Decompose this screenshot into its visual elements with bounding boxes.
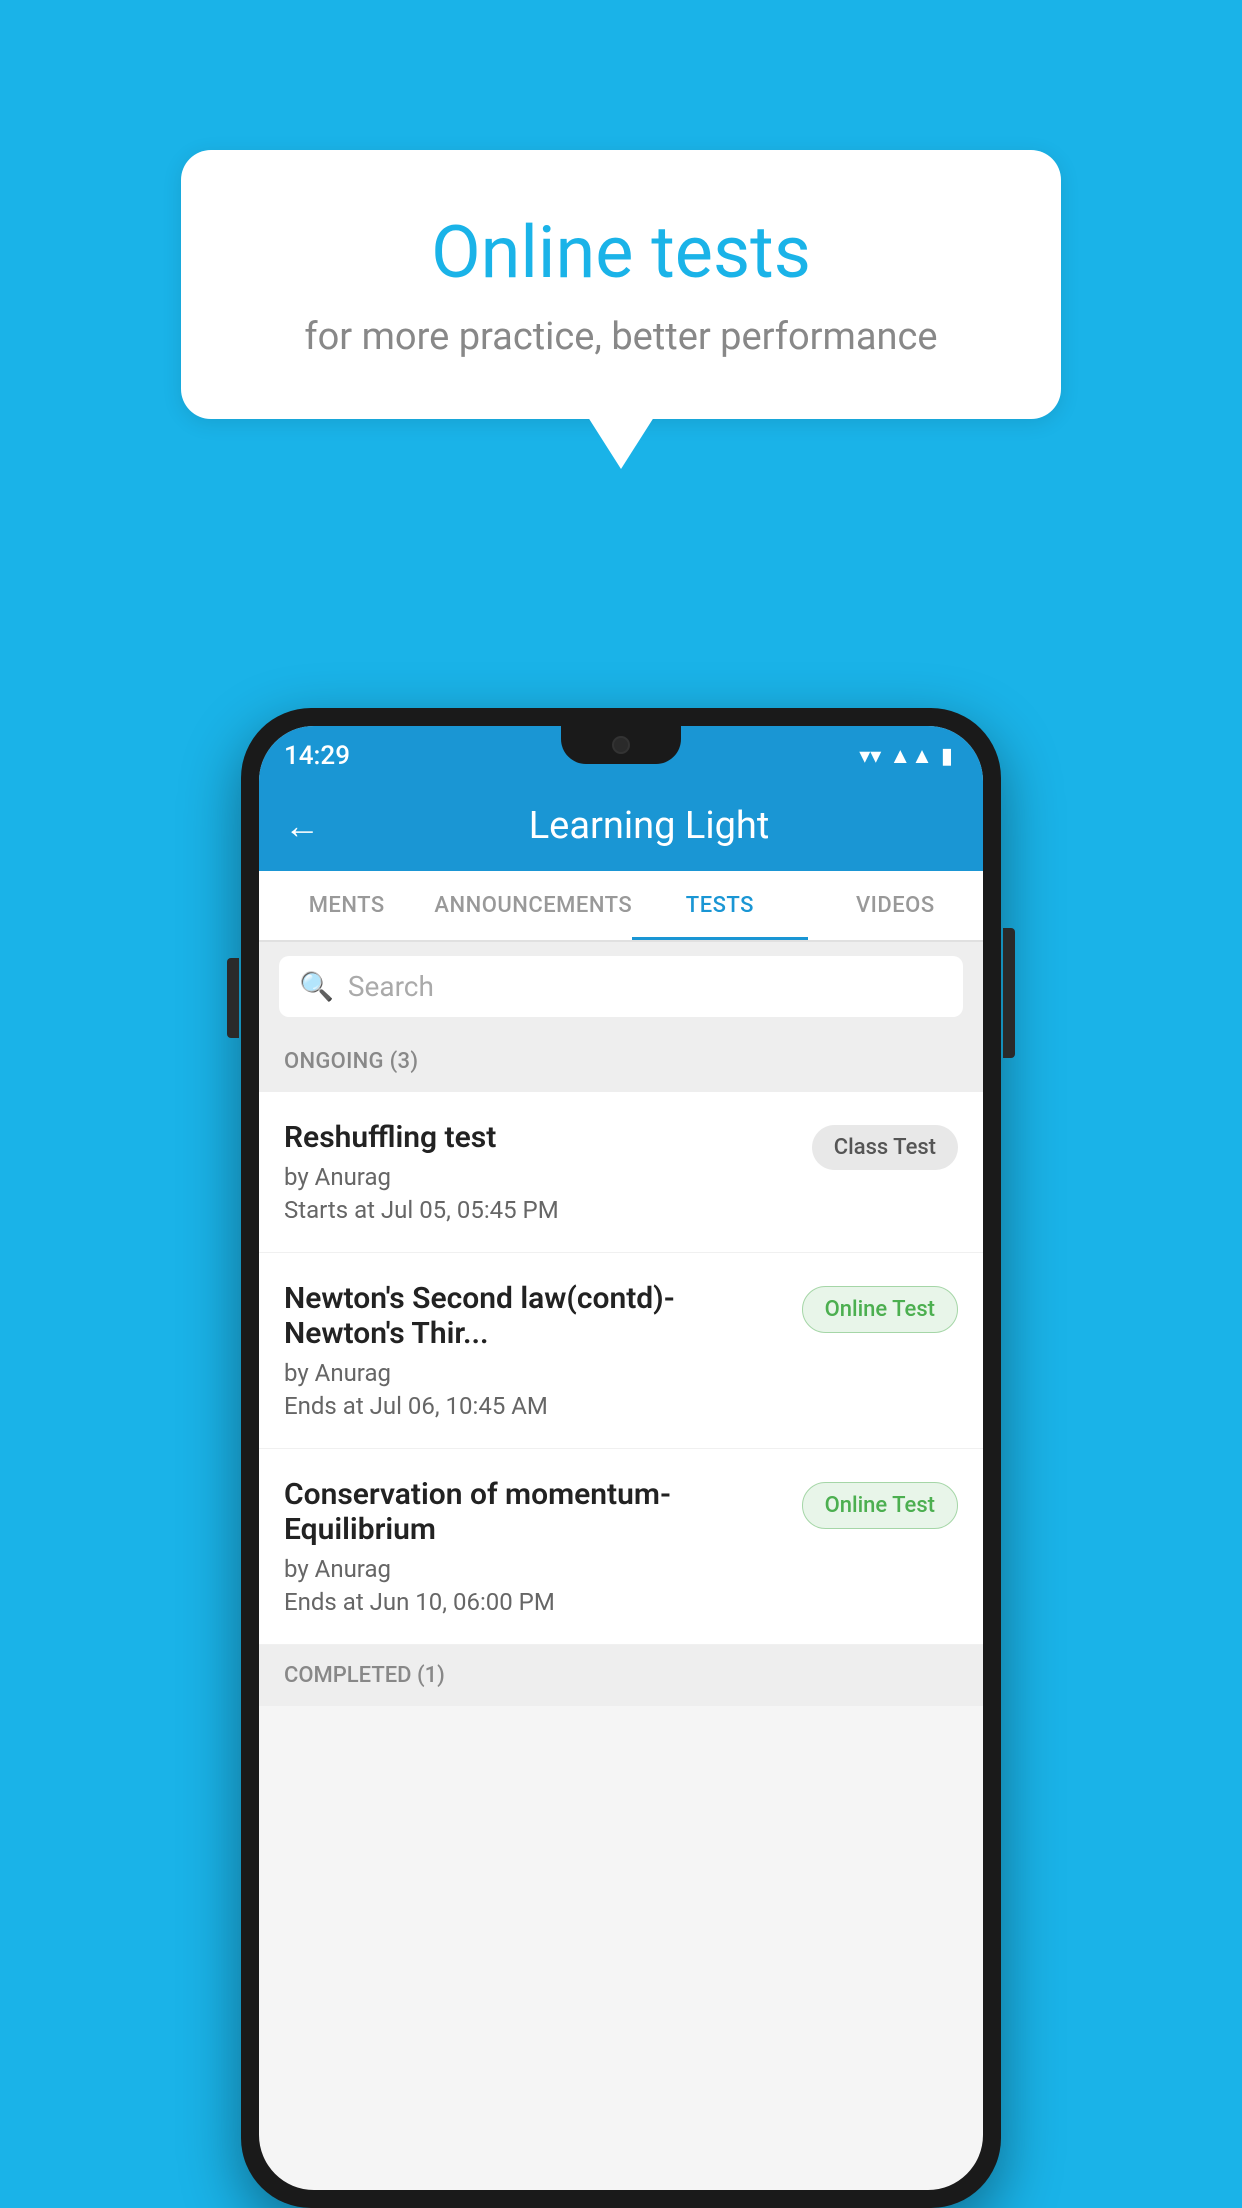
search-container: 🔍 Search [259,942,983,1031]
test-date-3: Ends at Jun 10, 06:00 PM [284,1588,787,1616]
test-badge-3: Online Test [802,1482,958,1529]
status-time: 14:29 [284,741,350,771]
tab-videos[interactable]: VIDEOS [808,871,983,940]
status-icons: ▾▾ ▲▲ ▮ [859,743,953,769]
speech-bubble: Online tests for more practice, better p… [181,150,1061,419]
tab-ments[interactable]: MENTS [259,871,434,940]
phone-notch [561,726,681,764]
ongoing-section-header: ONGOING (3) [259,1031,983,1092]
completed-section-header: COMPLETED (1) [259,1645,983,1706]
test-badge-2: Online Test [802,1286,958,1333]
wifi-icon: ▾▾ [859,744,881,769]
tab-tests[interactable]: TESTS [632,871,807,940]
tab-announcements[interactable]: ANNOUNCEMENTS [434,871,632,940]
test-badge-1: Class Test [812,1125,958,1170]
test-item-2[interactable]: Newton's Second law(contd)-Newton's Thir… [259,1253,983,1449]
camera-notch [612,736,630,754]
test-info-1: Reshuffling test by Anurag Starts at Jul… [284,1120,797,1224]
test-item-1[interactable]: Reshuffling test by Anurag Starts at Jul… [259,1092,983,1253]
test-item-3[interactable]: Conservation of momentum-Equilibrium by … [259,1449,983,1645]
battery-icon: ▮ [941,744,953,769]
test-date-1: Starts at Jul 05, 05:45 PM [284,1196,797,1224]
phone-screen: 14:29 ▾▾ ▲▲ ▮ ← Learning Light MENTS ANN… [259,726,983,2190]
test-date-2: Ends at Jul 06, 10:45 AM [284,1392,787,1420]
speech-bubble-container: Online tests for more practice, better p… [181,150,1061,419]
test-info-2: Newton's Second law(contd)-Newton's Thir… [284,1281,787,1420]
test-list: Reshuffling test by Anurag Starts at Jul… [259,1092,983,1645]
test-author-3: by Anurag [284,1555,787,1583]
test-name-3: Conservation of momentum-Equilibrium [284,1477,787,1547]
test-info-3: Conservation of momentum-Equilibrium by … [284,1477,787,1616]
bubble-title: Online tests [251,210,991,295]
search-placeholder: Search [348,970,434,1003]
tabs-container: MENTS ANNOUNCEMENTS TESTS VIDEOS [259,871,983,942]
search-icon: 🔍 [299,970,334,1003]
app-bar-title: Learning Light [340,804,958,848]
test-author-1: by Anurag [284,1163,797,1191]
signal-icon: ▲▲ [889,743,933,769]
test-name-2: Newton's Second law(contd)-Newton's Thir… [284,1281,787,1351]
phone-frame: 14:29 ▾▾ ▲▲ ▮ ← Learning Light MENTS ANN… [241,708,1001,2208]
test-author-2: by Anurag [284,1359,787,1387]
phone-container: 14:29 ▾▾ ▲▲ ▮ ← Learning Light MENTS ANN… [241,708,1001,2208]
test-name-1: Reshuffling test [284,1120,797,1155]
app-bar: ← Learning Light [259,781,983,871]
bubble-subtitle: for more practice, better performance [251,315,991,359]
back-button[interactable]: ← [284,805,320,847]
search-bar[interactable]: 🔍 Search [279,956,963,1017]
